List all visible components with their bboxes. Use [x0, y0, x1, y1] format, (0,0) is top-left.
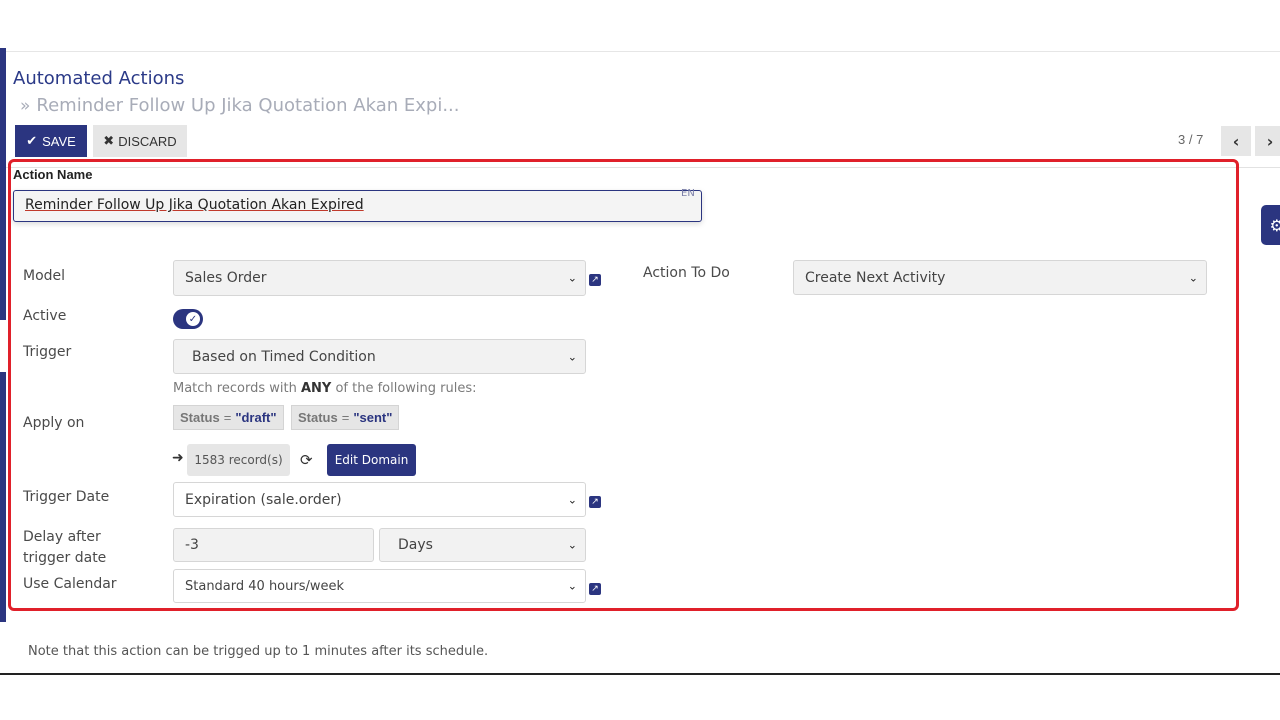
pager-value: 3 / 7 [1178, 132, 1204, 147]
check-icon: ✔ [26, 133, 38, 148]
save-button-label: SAVE [42, 133, 76, 149]
chevron-right-icon: › [1266, 131, 1274, 151]
pager-next-button[interactable]: › [1255, 126, 1280, 156]
pager-previous-button[interactable]: ‹ [1221, 126, 1251, 156]
highlight-frame [8, 159, 1239, 611]
schedule-note: Note that this action can be trigged up … [28, 644, 489, 659]
top-bar [0, 0, 1280, 52]
double-chevron-right-icon: » [20, 96, 31, 116]
close-icon: ✖ [103, 133, 115, 148]
breadcrumb-current: » Reminder Follow Up Jika Quotation Akan … [20, 95, 460, 116]
discard-button[interactable]: ✖ DISCARD [93, 125, 187, 157]
bottom-divider [0, 673, 1280, 675]
left-accent-bar-lower [0, 372, 6, 622]
breadcrumb-parent[interactable]: Automated Actions [13, 68, 184, 89]
gear-icon: ⚙ [1269, 215, 1280, 235]
breadcrumb-current-label: Reminder Follow Up Jika Quotation Akan E… [36, 95, 460, 116]
settings-gear-tab[interactable]: ⚙ [1261, 205, 1280, 245]
discard-button-label: DISCARD [118, 133, 177, 149]
chevron-left-icon: ‹ [1232, 131, 1240, 151]
save-button[interactable]: ✔ SAVE [15, 125, 87, 157]
